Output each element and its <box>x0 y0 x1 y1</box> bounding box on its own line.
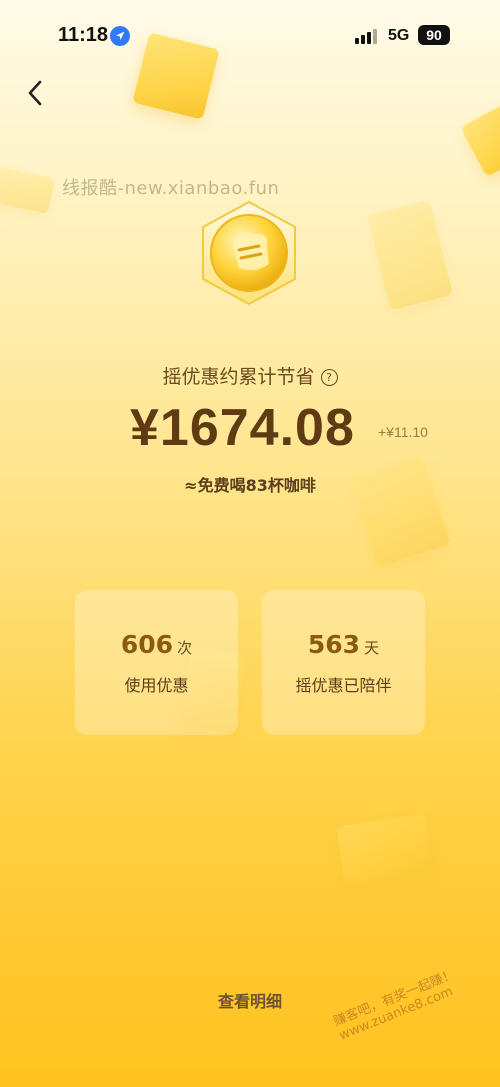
network-type: 5G <box>388 27 410 44</box>
coffee-equivalent: ≈免费喝83杯咖啡 <box>184 476 316 495</box>
stat-days-unit: 天 <box>364 639 380 657</box>
battery-icon: 90 <box>418 25 450 45</box>
status-time: 11:18 <box>58 24 109 46</box>
savings-caption: 摇优惠约累计节省? <box>0 362 500 389</box>
stat-days-label: 摇优惠已陪伴 <box>295 676 392 695</box>
stat-usage-value: 606 <box>120 630 174 659</box>
stat-usage-label: 使用优惠 <box>124 676 189 695</box>
stat-days-value: 563 <box>307 630 361 659</box>
help-question-icon[interactable]: ? <box>320 369 338 386</box>
floating-gold-card-bottom-right <box>336 814 434 884</box>
savings-delta: +¥11.10 <box>378 424 428 440</box>
chevron-left-icon <box>28 80 42 106</box>
savings-caption-text: 摇优惠约累计节省 <box>162 366 315 388</box>
stat-usage-unit: 次 <box>177 639 193 657</box>
stat-card-usage: 606 次 使用优惠 <box>75 590 238 735</box>
stat-days-value-row: 563 天 <box>262 630 425 659</box>
floating-gold-card-left <box>0 165 56 215</box>
floating-gold-card-right <box>460 99 500 177</box>
savings-medal-icon <box>195 198 303 308</box>
watermark-text: 线报酷-new.xianbao.fun <box>62 178 280 199</box>
stat-card-days: 563 天 摇优惠已陪伴 <box>262 590 425 735</box>
savings-amount: ¥1674.08 <box>130 399 355 457</box>
back-button[interactable] <box>18 76 52 110</box>
floating-gold-card-mid-right <box>367 199 453 311</box>
stat-usage-value-row: 606 次 <box>75 630 238 659</box>
signal-bars-icon <box>355 28 379 44</box>
status-bar: 11:18 5G 90 <box>0 0 500 70</box>
location-arrow-icon <box>110 26 130 46</box>
